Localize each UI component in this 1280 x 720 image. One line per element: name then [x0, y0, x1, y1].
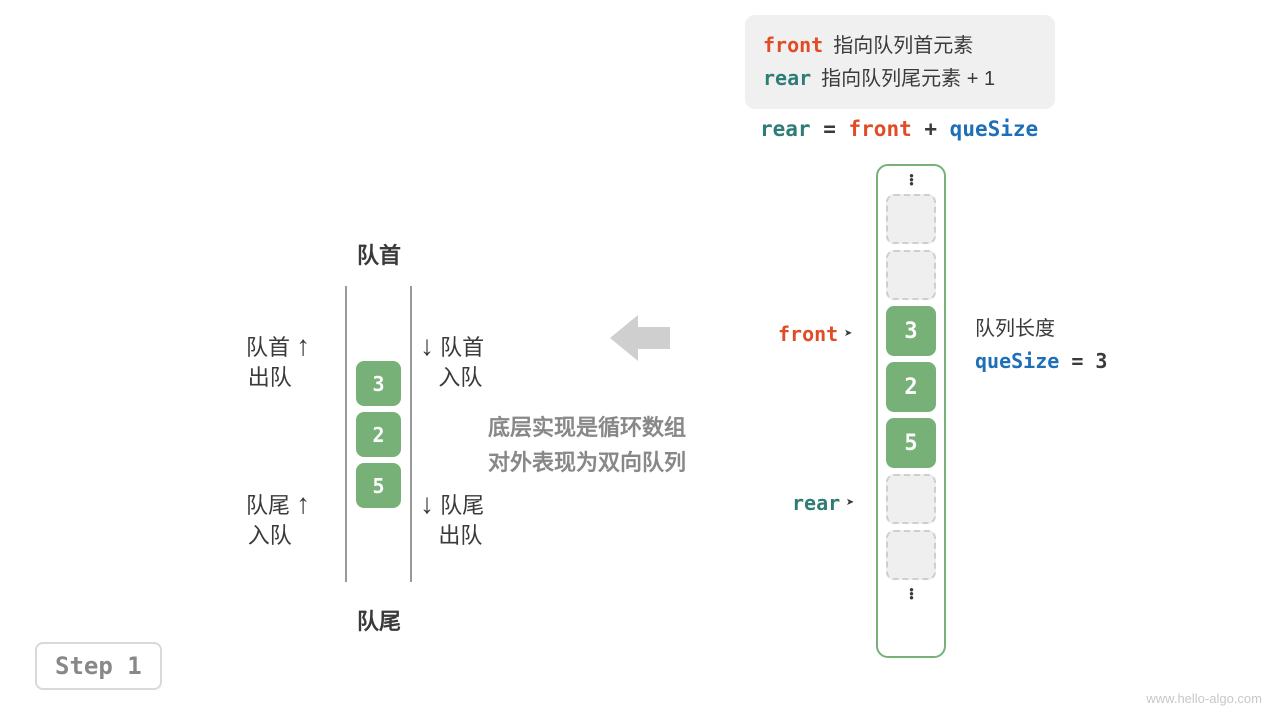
arrow-text: 队首 [246, 335, 290, 360]
legend-front-desc: 指向队列首元素 [833, 30, 973, 62]
arrow-text: 队尾 [440, 493, 484, 518]
array-slot-empty [886, 474, 936, 524]
queue-size-title: 队列长度 [975, 313, 1107, 345]
array-slot-empty [886, 194, 936, 244]
front-pointer-label: front [778, 322, 838, 346]
explanation-text: 底层实现是循环数组 对外表现为双向队列 [488, 410, 686, 480]
formula: rear = front + queSize [760, 117, 1038, 141]
deque-slot: 2 [356, 412, 401, 457]
arrow-down-icon: ↓ [420, 328, 434, 364]
vdots-icon: ●●● [909, 172, 913, 188]
front-pointer: front ➤ [778, 322, 853, 346]
arrow-text: 队尾 [246, 493, 290, 518]
arrow-text: 出队 [248, 365, 292, 390]
formula-front: front [849, 117, 912, 141]
legend-front-kw: front [763, 29, 823, 61]
queue-size-value: = 3 [1059, 349, 1107, 373]
arrow-up-icon: ↑ [296, 328, 310, 364]
arrow-text: 出队 [438, 523, 482, 548]
arrow-tail-pop: ↓ 队尾 出队 [420, 486, 484, 551]
vdots-icon: ●●● [909, 586, 913, 602]
array-slot: 2 [886, 362, 936, 412]
rear-pointer-label: rear [792, 491, 840, 515]
formula-rear: rear [760, 117, 811, 141]
arrow-text: 入队 [438, 365, 482, 390]
arrow-head-pop: 队首 ↑ 出队 [246, 328, 310, 393]
array-slot: 5 [886, 418, 936, 468]
array-slot: 3 [886, 306, 936, 356]
arrow-head-push: ↓ 队首 入队 [420, 328, 484, 393]
arrow-text: 入队 [248, 523, 292, 548]
arrow-text: 队首 [440, 335, 484, 360]
watermark: www.hello-algo.com [1146, 691, 1262, 706]
formula-qsize: queSize [950, 117, 1039, 141]
explanation-line: 底层实现是循环数组 [488, 410, 686, 445]
arrow-up-icon: ↑ [296, 486, 310, 522]
arrow-down-icon: ↓ [420, 486, 434, 522]
array-container: ●●● 3 2 5 ●●● [876, 164, 946, 658]
formula-eq: = [811, 117, 849, 141]
step-badge: Step 1 [35, 642, 162, 690]
chevron-right-icon: ➤ [846, 495, 854, 511]
big-left-arrow-icon [610, 313, 670, 363]
explanation-line: 对外表现为双向队列 [488, 445, 686, 480]
legend-rear-kw: rear [763, 62, 811, 94]
legend-box: front 指向队列首元素 rear 指向队列尾元素 + 1 [745, 15, 1055, 109]
formula-plus: + [912, 117, 950, 141]
legend-rear-desc: 指向队列尾元素 + 1 [821, 63, 995, 95]
array-slot-empty [886, 250, 936, 300]
deque-slot: 3 [356, 361, 401, 406]
queue-size-label: 队列长度 queSize = 3 [975, 313, 1107, 378]
deque-head-label: 队首 [357, 238, 401, 270]
rear-pointer: rear ➤ [792, 491, 855, 515]
array-slot-empty [886, 530, 936, 580]
chevron-right-icon: ➤ [844, 326, 852, 342]
arrow-tail-push: 队尾 ↑ 入队 [246, 486, 310, 551]
deque-tail-label: 队尾 [357, 604, 401, 636]
deque-slot: 5 [356, 463, 401, 508]
queue-size-kw: queSize [975, 349, 1059, 373]
deque-stack: 3 2 5 [356, 361, 401, 508]
